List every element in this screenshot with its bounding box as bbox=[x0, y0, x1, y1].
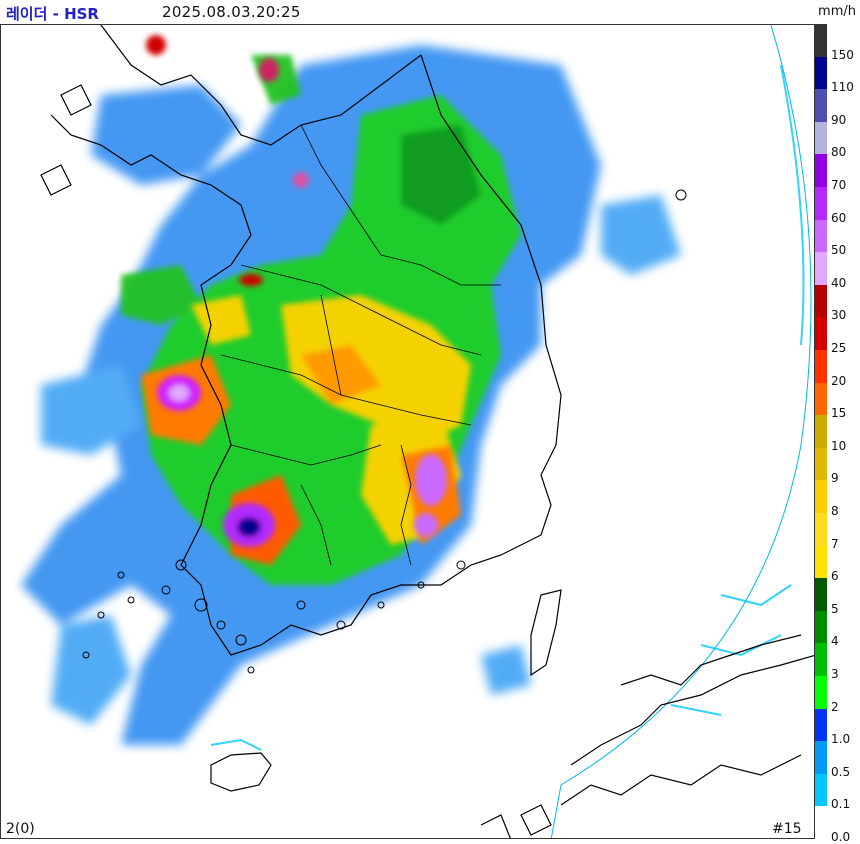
legend-swatch bbox=[815, 350, 827, 384]
legend-swatch bbox=[815, 676, 827, 710]
legend-swatch bbox=[815, 643, 827, 677]
legend-label: 150 bbox=[831, 47, 854, 62]
legend-label: 110 bbox=[831, 80, 854, 95]
legend-swatch bbox=[815, 317, 827, 351]
legend-label: 6 bbox=[831, 569, 839, 584]
legend-label: 8 bbox=[831, 504, 839, 518]
legend-label: 60 bbox=[831, 210, 847, 225]
radar-map bbox=[0, 24, 815, 839]
legend-label: 7 bbox=[831, 536, 839, 551]
legend-swatch bbox=[815, 741, 827, 775]
legend-swatch bbox=[815, 708, 827, 742]
legend-swatch bbox=[815, 773, 827, 807]
product-title: 레이더 - HSR bbox=[6, 5, 99, 23]
legend-swatch bbox=[815, 415, 827, 449]
legend-label: 80 bbox=[831, 145, 847, 160]
legend-label: 25 bbox=[831, 341, 847, 355]
legend-swatch bbox=[815, 187, 827, 221]
legend-swatch bbox=[815, 121, 827, 155]
legend-label: 2 bbox=[831, 699, 839, 714]
footer-left-label: 2(0) bbox=[6, 821, 35, 837]
legend-label: 70 bbox=[831, 178, 847, 192]
legend-swatch bbox=[815, 219, 827, 253]
frame-number: #15 bbox=[772, 821, 802, 837]
legend-swatch bbox=[815, 513, 827, 547]
legend-label: 0.0 bbox=[831, 830, 851, 844]
legend-label: 40 bbox=[831, 275, 847, 290]
intensity-legend: 150 110 90 80 70 60 50 40 30 25 20 15 10 9 8 7 6 5 4 3 2 1.0 0… bbox=[815, 24, 860, 843]
legend-label: 1.0 bbox=[831, 732, 851, 747]
legend-swatch bbox=[815, 578, 827, 612]
legend-swatch bbox=[815, 610, 827, 644]
legend-swatch bbox=[815, 447, 827, 481]
radar-map-canvas bbox=[21, 25, 814, 838]
legend-swatch bbox=[815, 89, 827, 123]
legend-label: 3 bbox=[831, 667, 839, 681]
legend-label: 0.1 bbox=[831, 797, 851, 812]
legend-label: 30 bbox=[831, 308, 847, 323]
legend-label: 0.5 bbox=[831, 764, 851, 779]
legend-label: 20 bbox=[831, 373, 847, 388]
legend-label: 5 bbox=[831, 601, 839, 616]
legend-swatch bbox=[815, 480, 827, 514]
legend-swatch bbox=[815, 284, 827, 318]
legend-label: 4 bbox=[831, 634, 839, 649]
legend-label: 90 bbox=[831, 112, 847, 127]
legend-swatch bbox=[815, 252, 827, 286]
legend-label: 50 bbox=[831, 243, 847, 258]
legend-swatch bbox=[815, 56, 827, 90]
legend-label: 9 bbox=[831, 471, 839, 486]
unit-label: mm/h bbox=[818, 4, 856, 19]
legend-swatch bbox=[815, 545, 827, 579]
header: 레이더 - HSR 2025.08.03.20:25 mm/h bbox=[0, 0, 860, 24]
legend-swatch bbox=[815, 806, 827, 840]
legend-swatch bbox=[815, 24, 827, 58]
legend-swatch bbox=[815, 154, 827, 188]
timestamp: 2025.08.03.20:25 bbox=[162, 3, 301, 21]
legend-swatch bbox=[815, 382, 827, 416]
legend-label: 15 bbox=[831, 406, 847, 421]
legend-label: 10 bbox=[831, 438, 847, 453]
